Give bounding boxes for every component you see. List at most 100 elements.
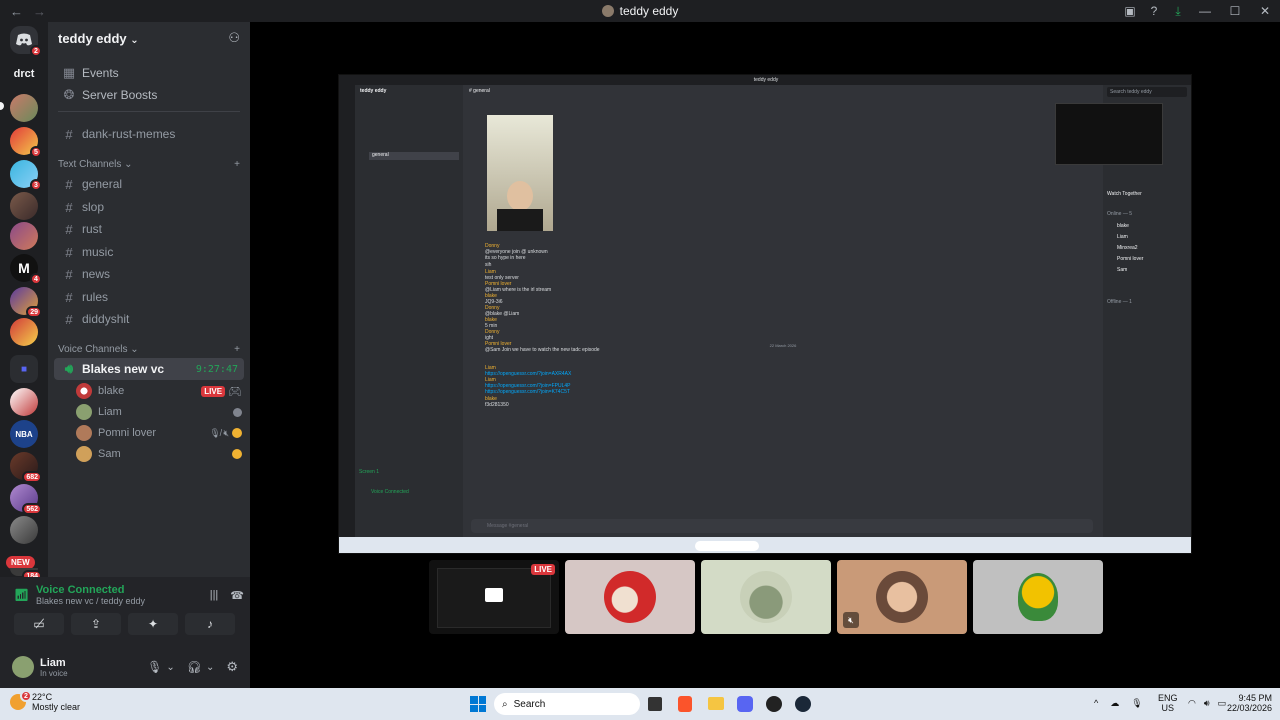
help-icon[interactable]: ? xyxy=(1142,4,1166,18)
stream-member: Liam xyxy=(1117,234,1128,240)
voice-location[interactable]: Blakes new vc / teddy eddy xyxy=(36,596,210,606)
guild-header[interactable]: teddy eddy ⌄ ⚇ xyxy=(48,22,250,54)
avatar[interactable] xyxy=(12,656,34,678)
minimize-button[interactable]: — xyxy=(1190,4,1220,18)
onedrive-icon[interactable]: ☁︎ xyxy=(1110,698,1119,709)
soundboard-button[interactable]: ♪ xyxy=(185,613,235,635)
forward-icon[interactable]: → xyxy=(33,4,46,19)
stream-composer[interactable]: Message #general xyxy=(471,519,1093,533)
channel-general[interactable]: # general xyxy=(54,173,244,195)
direct-label[interactable]: drct xyxy=(0,68,48,80)
voice-user-sam[interactable]: Sam xyxy=(76,444,242,464)
chevron-down-icon[interactable]: ⌄ xyxy=(166,662,174,673)
wifi-icon[interactable]: ◠ xyxy=(1188,698,1196,709)
weather-widget[interactable]: 2 22°C Mostly clear xyxy=(10,690,80,712)
file-explorer-icon[interactable] xyxy=(708,697,724,710)
chevron-up-icon[interactable]: ^ xyxy=(1094,698,1098,709)
add-channel-icon[interactable]: + xyxy=(234,159,240,170)
hash-icon: # xyxy=(65,221,73,237)
screenshare-button[interactable]: ⇪ xyxy=(71,613,121,635)
microphone-icon[interactable]: 🎙︎ xyxy=(1131,698,1142,709)
volume-icon[interactable]: 🔊︎ xyxy=(1204,698,1210,709)
maximize-button[interactable]: ☐ xyxy=(1220,4,1250,18)
channel-dank-rust-memes[interactable]: # dank-rust-memes xyxy=(54,123,244,145)
channel-news[interactable]: # news xyxy=(54,263,244,285)
server-3[interactable]: 3 xyxy=(10,160,42,191)
voice-user-liam[interactable]: Liam xyxy=(76,402,242,422)
server-5[interactable] xyxy=(10,222,38,250)
server-9[interactable] xyxy=(10,388,38,416)
task-view-icon[interactable] xyxy=(648,697,662,711)
camera-button[interactable]: ▭̸ xyxy=(14,613,64,635)
voice-status[interactable]: Voice Connected xyxy=(36,584,210,596)
disconnect-icon[interactable]: ☎︎ xyxy=(230,589,244,602)
tile-sam[interactable] xyxy=(973,560,1103,634)
invite-icon[interactable]: ⚇ xyxy=(228,30,240,46)
activities-button[interactable]: ✦ xyxy=(128,613,178,635)
home-button[interactable]: 2 xyxy=(10,26,42,57)
boost-icon: ❂ xyxy=(63,87,75,102)
server-2[interactable]: 5 xyxy=(10,127,42,158)
avatar xyxy=(604,571,656,623)
steam-icon[interactable] xyxy=(795,696,811,712)
events-item[interactable]: ▦ Events xyxy=(54,62,244,84)
stream-rail xyxy=(339,85,355,537)
chevron-down-icon[interactable]: ⌄ xyxy=(206,662,214,673)
taskbar-search[interactable]: ⌕ Search xyxy=(494,693,640,715)
server-1[interactable] xyxy=(10,94,38,122)
close-button[interactable]: ✕ xyxy=(1250,4,1280,18)
voice-channels-category[interactable]: Voice Channels ⌄ + xyxy=(58,344,240,355)
stream-screen[interactable]: teddy eddy teddy eddy general Screen 1 V… xyxy=(338,74,1192,554)
live-badge: LIVE xyxy=(201,385,226,397)
headphones-icon[interactable]: 🎧︎ xyxy=(187,660,202,674)
tile-liam[interactable] xyxy=(701,560,831,634)
start-button[interactable] xyxy=(470,696,486,712)
tile-blake-screen[interactable]: LIVE xyxy=(429,560,559,634)
user-name[interactable]: Liam xyxy=(40,657,147,669)
stream-chat: # general Donny @everyone join @ unknown i… xyxy=(463,85,1103,537)
gear-icon[interactable]: ⚙︎ xyxy=(226,659,238,675)
language-indicator[interactable]: ENG US xyxy=(1158,693,1178,713)
tile-blake[interactable] xyxy=(565,560,695,634)
voice-timer: 9:27:47 xyxy=(195,363,238,375)
discord-taskbar-icon[interactable] xyxy=(737,696,753,712)
voice-user-blake[interactable]: blake LIVE 🎮︎ xyxy=(76,381,242,401)
add-channel-icon[interactable]: + xyxy=(234,344,240,355)
server-8[interactable] xyxy=(10,318,38,346)
channel-rules[interactable]: # rules xyxy=(54,286,244,308)
server-13[interactable]: 184 xyxy=(10,568,42,582)
server-6[interactable]: M4 xyxy=(10,254,42,285)
noise-suppression-icon[interactable]: ||| xyxy=(210,589,219,601)
stream-message: Liam https://openguessr.com/?join=AXR4AX xyxy=(485,365,1085,377)
voice-channel-blakes-new-vc[interactable]: 🔊︎ Blakes new vc 9:27:47 xyxy=(54,358,244,380)
inbox-icon[interactable]: ▣ xyxy=(1118,4,1142,18)
server-4[interactable] xyxy=(10,192,38,220)
tile-pomni-lover[interactable]: 🔇︎ xyxy=(837,560,967,634)
text-channels-category[interactable]: Text Channels ⌄ + xyxy=(58,159,240,170)
channel-diddyshit[interactable]: # diddyshit xyxy=(54,308,244,330)
download-icon[interactable]: ⤓ xyxy=(1166,4,1190,19)
back-icon[interactable]: ← xyxy=(10,4,23,19)
discord-icon xyxy=(16,33,32,46)
channel-rust[interactable]: # rust xyxy=(54,218,244,240)
chevron-down-icon: ⌄ xyxy=(130,34,139,46)
channel-slop[interactable]: # slop xyxy=(54,196,244,218)
server-7[interactable]: 29 xyxy=(10,287,42,318)
stream-message: blake f3d281350 xyxy=(485,396,1085,408)
server-12[interactable] xyxy=(10,516,38,544)
microphone-icon[interactable]: 🎙︎ xyxy=(147,660,162,674)
server-nba[interactable]: NBA xyxy=(10,420,38,448)
folder-icon[interactable]: ■ xyxy=(10,355,38,383)
server-11[interactable]: 562 xyxy=(10,484,42,515)
boosts-item[interactable]: ❂ Server Boosts xyxy=(54,84,244,106)
activities-icon: ✦ xyxy=(147,617,159,631)
hash-icon: # xyxy=(65,266,73,282)
obs-icon[interactable] xyxy=(766,696,782,712)
channel-music[interactable]: # music xyxy=(54,241,244,263)
server-10[interactable]: 682 xyxy=(10,452,42,483)
embedded-photo[interactable] xyxy=(487,115,553,231)
voice-user-pomni-lover[interactable]: Pomni lover 🎙︎̸ 🔇︎ xyxy=(76,423,242,443)
brave-icon[interactable] xyxy=(678,696,692,712)
user-panel: Liam In voice 🎙︎ ⌄ 🎧︎ ⌄ ⚙︎ xyxy=(0,646,250,688)
clock[interactable]: 9:45 PM 22/03/2026 xyxy=(1222,693,1272,713)
